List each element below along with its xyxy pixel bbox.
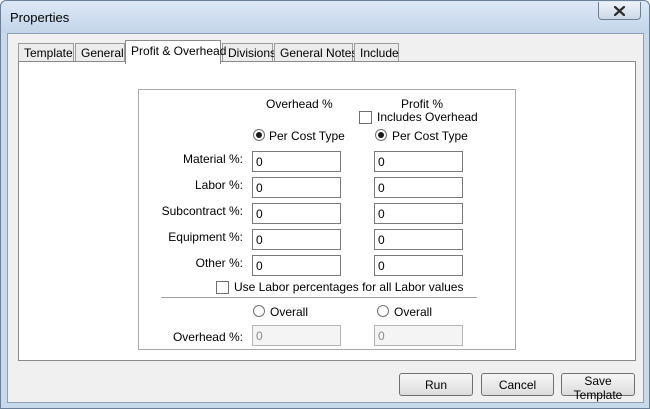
tab-profit-overhead[interactable]: Profit & Overhead (125, 40, 226, 64)
profit-column-header: Profit % (401, 97, 444, 111)
close-button[interactable] (598, 2, 641, 20)
profit-per-cost-type-label: Per Cost Type (392, 129, 468, 143)
profit-other-input[interactable] (374, 255, 463, 276)
overhead-labor-input[interactable] (252, 177, 341, 198)
overhead-overall-label: Overall (270, 305, 309, 319)
profit-labor-input[interactable] (374, 177, 463, 198)
tab-divisions[interactable]: Divisions (222, 43, 276, 63)
overall-overhead-label: Overhead %: (172, 330, 243, 344)
overhead-overall-radio[interactable] (253, 305, 265, 317)
profit-per-cost-type-radio[interactable] (375, 129, 387, 141)
properties-window: Properties Template General Profit & Ove… (0, 0, 650, 409)
profit-overhead-panel: Overhead % Profit % Includes Overhead Pe… (18, 61, 636, 361)
profit-overhead-group: Overhead % Profit % Includes Overhead Pe… (138, 89, 516, 350)
overall-overhead-input[interactable] (252, 325, 341, 346)
dialog-body: Template General Profit & Overhead Divis… (7, 33, 644, 403)
run-button[interactable]: Run (399, 373, 473, 396)
cancel-button[interactable]: Cancel (481, 373, 554, 396)
overhead-per-cost-type-label: Per Cost Type (269, 129, 345, 143)
tab-include[interactable]: Include (354, 43, 399, 63)
title-bar[interactable]: Properties (1, 1, 649, 33)
includes-overhead-label: Includes Overhead (377, 110, 478, 124)
overhead-other-input[interactable] (252, 255, 341, 276)
overall-profit-input[interactable] (374, 325, 463, 346)
overhead-subcontract-input[interactable] (252, 203, 341, 224)
other-label: Other %: (195, 256, 243, 270)
profit-overall-radio[interactable] (377, 305, 389, 317)
window-title: Properties (10, 10, 70, 25)
overhead-per-cost-type-radio[interactable] (253, 129, 265, 141)
overhead-column-header: Overhead % (266, 97, 333, 111)
tab-general-notes[interactable]: General Notes (274, 43, 357, 63)
close-icon (614, 5, 625, 16)
profit-equipment-input[interactable] (374, 229, 463, 250)
overhead-material-input[interactable] (252, 151, 341, 172)
profit-material-input[interactable] (374, 151, 463, 172)
tab-template[interactable]: Template (18, 43, 74, 63)
tab-general[interactable]: General (75, 43, 125, 63)
material-label: Material %: (182, 152, 243, 166)
overhead-equipment-input[interactable] (252, 229, 341, 250)
use-labor-percentages-checkbox[interactable] (216, 281, 229, 294)
equipment-label: Equipment %: (168, 230, 243, 244)
profit-subcontract-input[interactable] (374, 203, 463, 224)
use-labor-percentages-label: Use Labor percentages for all Labor valu… (234, 280, 464, 294)
labor-label: Labor %: (194, 178, 243, 192)
group-separator (161, 297, 477, 299)
save-template-button[interactable]: Save Template (561, 373, 635, 402)
profit-overall-label: Overall (394, 305, 433, 319)
includes-overhead-checkbox[interactable] (359, 111, 372, 124)
subcontract-label: Subcontract %: (161, 204, 243, 218)
